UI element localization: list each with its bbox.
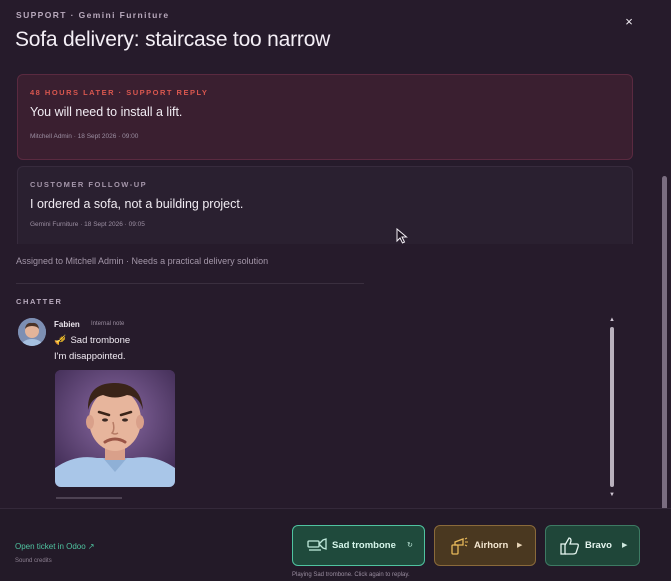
card-meta: Gemini Furniture · 18 Sept 2026 · 09:05	[30, 221, 145, 228]
ticket-modal: SUPPORT · Gemini Furniture Sofa delivery…	[0, 0, 671, 581]
button-label: Sad trombone	[332, 540, 396, 551]
play-icon: ▶	[622, 542, 628, 549]
divider	[16, 283, 364, 284]
ticket-eyebrow: SUPPORT · Gemini Furniture	[16, 10, 170, 20]
avatar[interactable]	[18, 318, 46, 346]
author-name[interactable]: Fabien	[54, 320, 80, 329]
modal-content[interactable]: 48 HOURS LATER · SUPPORT REPLY You will …	[0, 68, 658, 508]
button-label: Airhorn	[474, 540, 509, 551]
play-icon: ▶	[517, 542, 523, 549]
card-message: You will need to install a lift.	[30, 105, 183, 119]
divider	[56, 497, 122, 499]
replay-icon: ↻	[407, 542, 413, 549]
scroll-down-icon[interactable]: ▼	[608, 491, 616, 499]
disappointed-face-gif[interactable]	[55, 370, 175, 487]
card-message: I ordered a sofa, not a building project…	[30, 197, 244, 211]
card-meta: Mitchell Admin · 18 Sept 2026 · 09:00	[30, 133, 139, 140]
scrollbar-thumb[interactable]	[662, 176, 667, 518]
sound-credits-link[interactable]: Sound credits	[15, 558, 52, 564]
airhorn-button[interactable]: Airhorn ▶	[434, 525, 536, 566]
scroll-up-icon[interactable]: ▲	[608, 316, 616, 324]
button-label: Bravo	[585, 540, 612, 551]
chatter-message: Fabien Internal note 🎺 Sad trombone I'm d…	[16, 313, 636, 503]
open-in-odoo-link[interactable]: Open ticket in Odoo ↗	[15, 542, 95, 551]
mouse-cursor-icon	[396, 227, 408, 244]
message-text: I'm disappointed.	[54, 351, 126, 362]
bravo-button[interactable]: Bravo ▶	[545, 525, 640, 566]
sound-line: 🎺 Sad trombone	[54, 335, 130, 346]
note-type-tag: Internal note	[91, 321, 125, 327]
support-reply-card: 48 HOURS LATER · SUPPORT REPLY You will …	[17, 74, 633, 160]
customer-followup-card: CUSTOMER FOLLOW-UP I ordered a sofa, not…	[17, 166, 633, 244]
scrollbar-thumb[interactable]	[610, 327, 614, 487]
close-icon[interactable]: ×	[621, 14, 637, 30]
chatter-heading: CHATTER	[16, 297, 63, 306]
trumpet-icon: 🎺	[54, 335, 67, 346]
airhorn-icon	[449, 537, 469, 555]
ticket-title: Sofa delivery: staircase too narrow	[15, 28, 331, 51]
trombone-icon	[307, 537, 327, 555]
content-scrollbar[interactable]	[658, 68, 671, 518]
sad-trombone-button[interactable]: Sad trombone ↻	[292, 525, 425, 566]
card-label: 48 HOURS LATER · SUPPORT REPLY	[30, 88, 209, 97]
chatter-scrollbar[interactable]: ▲ ▼	[606, 316, 618, 499]
card-label: CUSTOMER FOLLOW-UP	[30, 180, 148, 189]
assignment-note: Assigned to Mitchell Admin · Needs a pra…	[16, 256, 269, 266]
sound-name: Sad trombone	[70, 335, 131, 346]
playback-status: Playing Sad trombone. Click again to rep…	[292, 572, 410, 578]
thumbs-up-icon	[560, 537, 580, 555]
modal-header: SUPPORT · Gemini Furniture Sofa delivery…	[0, 0, 671, 68]
modal-footer: Open ticket in Odoo ↗ Sound credits Sad …	[0, 508, 671, 581]
